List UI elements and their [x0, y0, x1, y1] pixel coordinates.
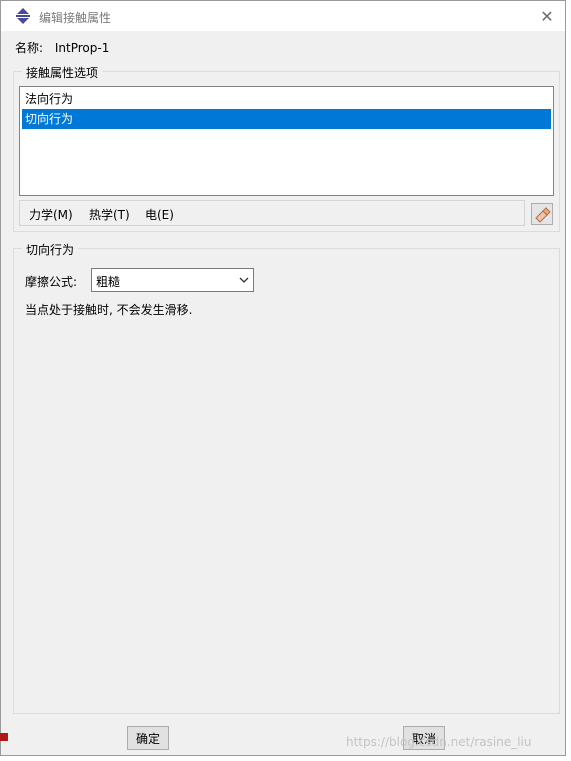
list-item-normal-behavior[interactable]: 法向行为 [22, 89, 551, 109]
menu-thermal[interactable]: 热学(T) [89, 206, 130, 223]
chevron-down-icon[interactable] [235, 270, 252, 290]
menu-electrical[interactable]: 电(E) [145, 206, 174, 223]
tangential-behavior-group: 切向行为 摩擦公式: 粗糙 当点处于接触时, 不会发生滑移. [13, 241, 560, 714]
contact-options-label: 接触属性选项 [22, 64, 103, 81]
close-button[interactable]: ✕ [535, 4, 559, 28]
edit-contact-property-dialog: 编辑接触属性 ✕ 名称: IntProp-1 接触属性选项 法向行为 切向行为 … [0, 0, 566, 756]
window-title: 编辑接触属性 [39, 11, 112, 25]
friction-formulation-value: 粗糙 [96, 275, 121, 289]
option-menu-bar: 力学(M) 热学(T) 电(E) [19, 200, 525, 226]
tangential-behavior-label: 切向行为 [22, 241, 79, 258]
name-label: 名称: [15, 41, 44, 55]
list-item-tangential-behavior[interactable]: 切向行为 [22, 109, 551, 129]
delete-option-button[interactable] [531, 203, 553, 225]
title-bar: 编辑接触属性 ✕ [1, 1, 565, 31]
menu-mechanical[interactable]: 力学(M) [29, 206, 73, 223]
ok-button[interactable]: 确定 [127, 726, 169, 750]
contact-options-group: 接触属性选项 法向行为 切向行为 力学(M) 热学(T) 电(E) [13, 64, 560, 232]
app-icon [16, 8, 30, 24]
friction-note: 当点处于接触时, 不会发生滑移. [25, 303, 193, 317]
watermark: https://blog.csdn.net/rasine_liu [346, 735, 532, 749]
friction-formulation-select[interactable]: 粗糙 [91, 268, 254, 292]
eraser-icon [535, 207, 551, 223]
contact-options-list[interactable]: 法向行为 切向行为 [19, 86, 554, 196]
arrow-icon [0, 733, 8, 741]
name-value: IntProp-1 [54, 41, 110, 55]
name-row: 名称: IntProp-1 [15, 39, 109, 56]
close-icon: ✕ [540, 6, 554, 26]
friction-formulation-label: 摩擦公式: [25, 275, 78, 289]
